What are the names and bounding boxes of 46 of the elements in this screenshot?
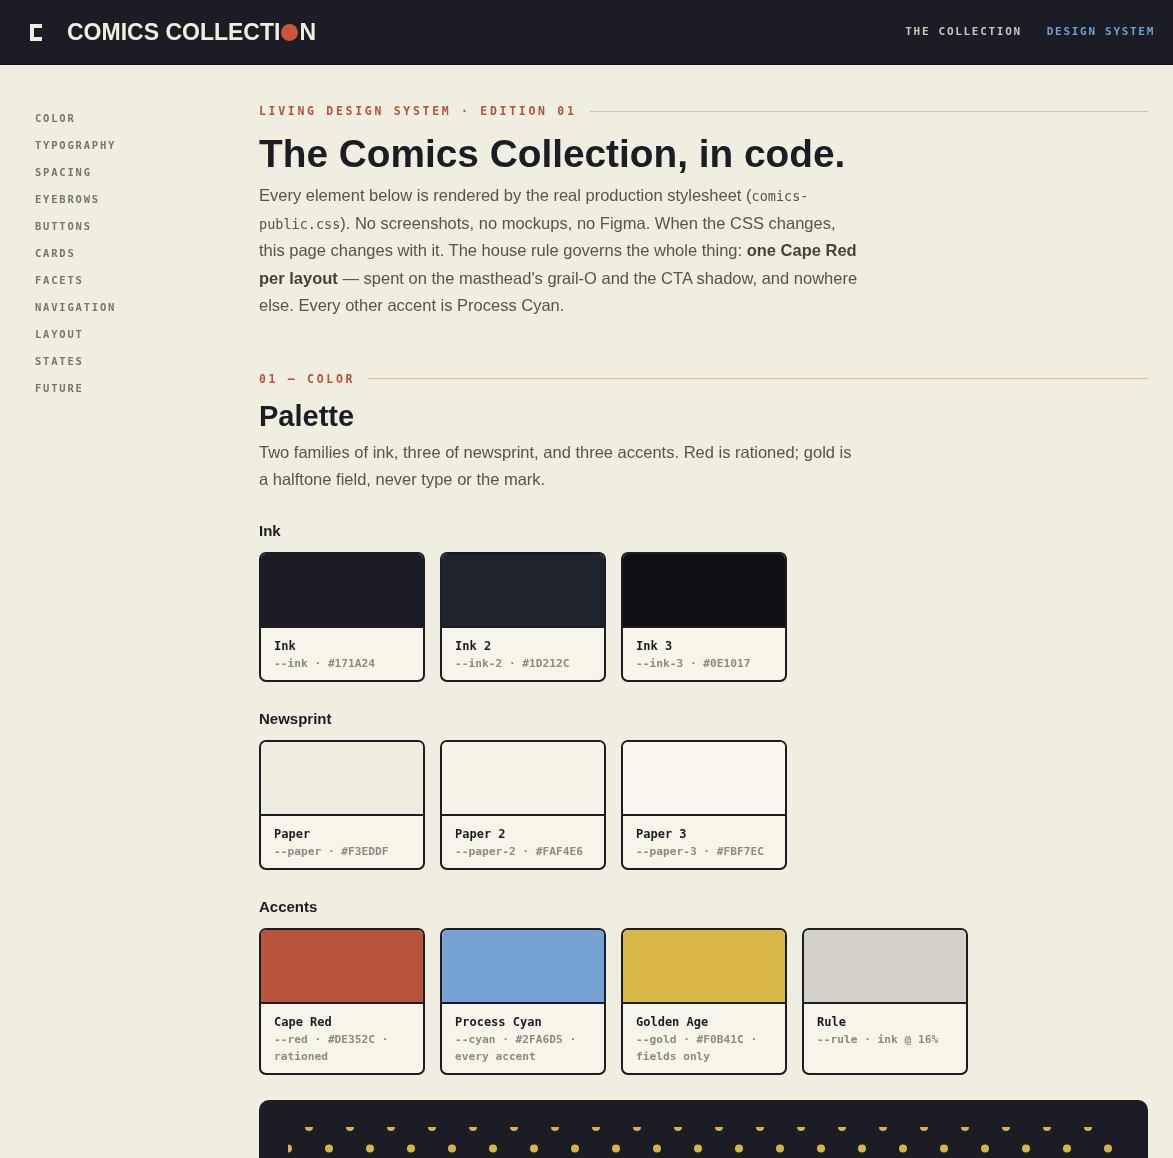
eyebrow-text: 01 — COLOR (259, 371, 356, 386)
sidebar-link[interactable]: COLOR (35, 111, 76, 125)
swatch-token: --cyan · #2FA6D5 · every accent (455, 1031, 578, 1065)
swatch-token: --ink · #171A24 (274, 655, 377, 672)
swatch-token: --ink-3 · #0E1017 (636, 655, 752, 672)
swatch-token: --rule · ink @ 16% (817, 1031, 940, 1048)
swatch-name: Paper (274, 825, 312, 842)
nav-link[interactable]: THE COLLECTION (905, 25, 1022, 39)
swatch-name: Cape Red (274, 1013, 333, 1030)
group-label: Accents (259, 896, 319, 917)
sidebar-link[interactable]: FACETS (35, 273, 84, 287)
swatch-name: Ink (274, 637, 297, 654)
swatch-name: Process Cyan (455, 1013, 543, 1030)
swatch-name: Golden Age (636, 1013, 710, 1030)
section-description: Two families of ink, three of newsprint, and three accents. Red is rationed; gold is a halftone field, never type or the mark. (259, 441, 853, 490)
logo-mark-icon (30, 23, 42, 41)
nav-link[interactable]: DESIGN SYSTEM (1046, 25, 1155, 39)
swatch-token: --paper-2 · #FAF4E6 (455, 843, 584, 860)
wordmark-text: COMICS COLLECTI (67, 19, 281, 45)
sidebar-link[interactable]: STATES (35, 354, 84, 368)
sidebar-link[interactable]: SPACING (35, 165, 92, 179)
swatch-token: --red · #DE352C · rationed (274, 1031, 390, 1065)
sidebar-link[interactable]: NAVIGATION (35, 300, 117, 314)
eyebrow-text: LIVING DESIGN SYSTEM · EDITION 01 (259, 104, 577, 118)
swatch-name: Paper 2 (455, 825, 507, 842)
sidebar-link[interactable]: CARDS (35, 246, 76, 260)
swatch-token: --ink-2 · #1D212C (455, 655, 571, 672)
intro-paragraph: Every element below is rendered by the real production stylesheet (comics-public.css). No screenshots, no mockups, no Figma. When the CSS changes, this page changes with it. The house rule governs the whole thing: one Cape Red per layout — spent on the masthead's grail-O and the CTA shadow, and nowhere else. Every other accent is Process Cyan. (259, 185, 859, 316)
sidebar-link[interactable]: TYPOGRAPHY (35, 138, 117, 152)
dot-icon (281, 23, 299, 41)
swatch-name: Paper 3 (636, 825, 688, 842)
swatch-token: --paper · #F3EDDF (274, 843, 390, 860)
wordmark-text: N (299, 19, 316, 45)
sidebar-link[interactable]: BUTTONS (35, 219, 92, 233)
swatch-name: Ink 2 (455, 637, 493, 654)
swatch-name: Ink 3 (636, 637, 674, 654)
swatch-name: Rule (817, 1013, 847, 1030)
sidebar-link[interactable]: FUTURE (35, 381, 84, 395)
swatch-token: --paper-3 · #FBF7EC (636, 843, 765, 860)
page-title: The Comics Collection, in code. (259, 132, 847, 176)
sidebar-link[interactable]: LAYOUT (35, 327, 84, 341)
swatch-token: --gold · #F0B41C · fields only (636, 1031, 759, 1065)
section-title: Palette (259, 398, 356, 434)
group-label: Newsprint (259, 708, 333, 729)
sidebar-link[interactable]: EYEBROWS (35, 192, 100, 206)
group-label: Ink (259, 520, 282, 541)
